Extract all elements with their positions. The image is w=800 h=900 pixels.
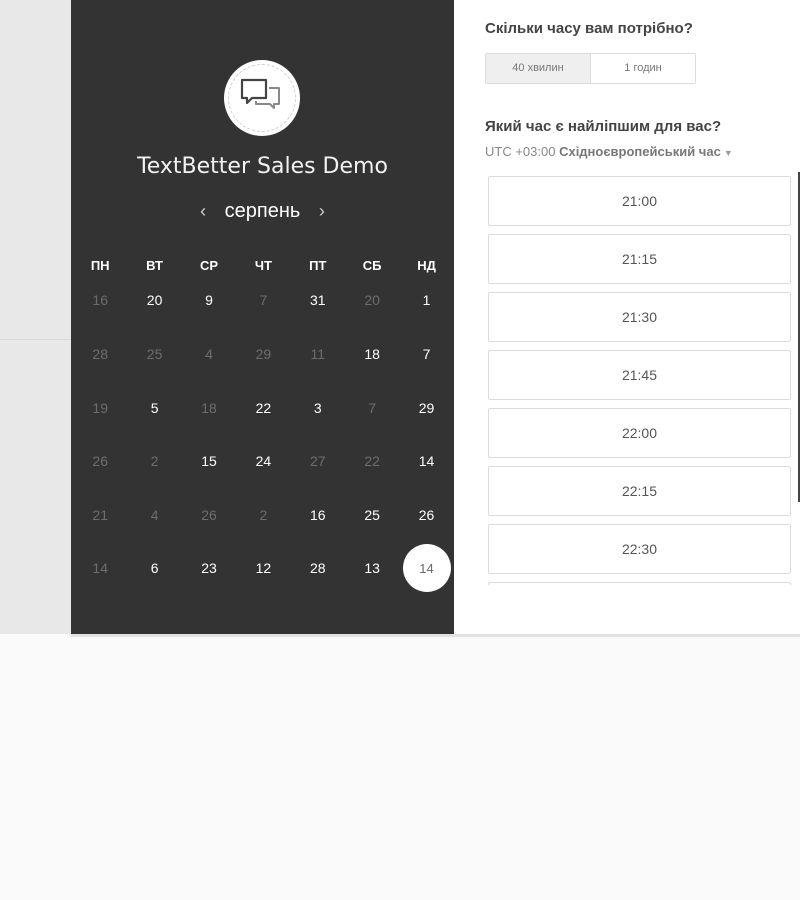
calendar-day[interactable]: 14 xyxy=(399,446,453,476)
month-label: серпень xyxy=(224,200,301,222)
time-slot-button[interactable]: 21:15 xyxy=(488,234,791,284)
time-slot-button[interactable]: 21:00 xyxy=(488,176,791,226)
time-slot-button[interactable]: 21:30 xyxy=(488,292,791,342)
calendar-day[interactable]: 3 xyxy=(291,393,345,423)
calendar-day: 4 xyxy=(205,346,213,362)
timezone-selector[interactable]: UTC +03:00 Східноєвропейський час ▼ xyxy=(485,144,733,159)
duration-option-1h[interactable]: 1 годин xyxy=(591,54,695,83)
calendar-day[interactable]: 16 xyxy=(291,500,345,530)
duration-question: Скільки часу вам потрібно? xyxy=(485,20,693,37)
chevron-down-icon: ▼ xyxy=(723,148,733,158)
calendar-day: 26 xyxy=(92,453,108,469)
calendar-day: 14 xyxy=(92,560,108,576)
calendar-day[interactable]: 25 xyxy=(345,500,399,530)
calendar-day[interactable]: 1 xyxy=(399,285,453,315)
calendar-day[interactable]: 20 xyxy=(127,285,181,315)
duration-selector: 40 хвилин 1 годин xyxy=(485,53,696,84)
booking-panel: Скільки часу вам потрібно? 40 хвилин 1 г… xyxy=(454,0,800,636)
time-slot-button[interactable]: 22:00 xyxy=(488,408,791,458)
weekday-label: СБ xyxy=(362,258,382,273)
divider xyxy=(0,339,71,340)
calendar-day[interactable]: 5 xyxy=(127,393,181,423)
time-slot-button[interactable] xyxy=(488,582,791,585)
calendar-week-row: 14 6 23 12 28 13 14 xyxy=(73,544,454,592)
calendar-day: 21 xyxy=(92,507,108,523)
calendar-day: 7 xyxy=(259,292,268,308)
calendar-day: 16 xyxy=(92,292,108,308)
company-name: TextBetter Sales Demo xyxy=(137,154,388,179)
calendar-day[interactable]: 12 xyxy=(236,553,290,583)
calendar-day[interactable]: 9 xyxy=(182,285,236,315)
weekday-label: ПН xyxy=(90,258,110,273)
time-slot-button[interactable]: 22:15 xyxy=(488,466,791,516)
calendar-day[interactable]: 23 xyxy=(182,553,236,583)
calendar-week-row: 28 25 4 29 11 18 7 xyxy=(73,339,454,369)
time-slot-list: 21:00 21:15 21:30 21:45 22:00 22:15 22:30 xyxy=(488,176,791,585)
weekday-header: ПН ВТ СР ЧТ ПТ СБ НД xyxy=(73,258,454,273)
prev-month-button[interactable]: ‹ xyxy=(191,201,215,222)
timezone-offset: UTC +03:00 xyxy=(485,144,556,159)
weekday-label: ЧТ xyxy=(254,258,272,273)
calendar-day[interactable]: 28 xyxy=(291,553,345,583)
weekday-label: ВТ xyxy=(146,258,163,273)
calendar-day: 4 xyxy=(150,507,159,523)
calendar-day[interactable]: 24 xyxy=(236,446,290,476)
time-slot-button[interactable]: 22:30 xyxy=(488,524,791,574)
chat-bubbles-icon xyxy=(240,78,280,109)
calendar-week-row: 26 2 15 24 27 22 14 xyxy=(73,446,454,476)
calendar-day[interactable]: 22 xyxy=(236,393,290,423)
calendar-day[interactable]: 7 xyxy=(399,339,453,369)
calendar-day-selected[interactable]: 14 xyxy=(399,544,453,592)
calendar-day: 7 xyxy=(368,400,377,416)
timezone-name: Східноєвропейський час xyxy=(559,144,721,159)
calendar-week-row: 16 20 9 7 31 20 1 xyxy=(73,285,454,315)
duration-option-40min[interactable]: 40 хвилин xyxy=(486,54,591,83)
calendar-day[interactable]: 15 xyxy=(182,446,236,476)
calendar-day[interactable]: 18 xyxy=(345,339,399,369)
calendar-day: 2 xyxy=(150,453,159,469)
calendar-day: 2 xyxy=(259,507,268,523)
calendar-day: 11 xyxy=(310,346,326,362)
calendar-day: 28 xyxy=(92,346,108,362)
weekday-label: СР xyxy=(199,258,218,273)
calendar-day: 20 xyxy=(364,292,380,308)
month-navigation: ‹ серпень › xyxy=(71,200,454,223)
time-question: Який час є найліпшим для вас? xyxy=(485,118,722,135)
calendar-day[interactable]: 13 xyxy=(345,553,399,583)
next-month-button[interactable]: › xyxy=(310,201,334,222)
weekday-label: ПТ xyxy=(309,258,327,273)
calendar-day: 26 xyxy=(201,507,217,523)
calendar-day: 27 xyxy=(309,453,326,469)
background-left xyxy=(0,0,71,634)
calendar-day: 22 xyxy=(364,453,380,469)
panel-shadow xyxy=(71,634,800,637)
weekday-label: НД xyxy=(417,258,436,273)
calendar-day[interactable]: 29 xyxy=(399,393,453,423)
calendar-day: 29 xyxy=(255,346,272,362)
calendar-day: 18 xyxy=(201,400,217,416)
calendar-day: 19 xyxy=(92,400,108,416)
calendar-week-row: 19 5 18 22 3 7 29 xyxy=(73,393,454,423)
company-logo xyxy=(224,60,300,136)
calendar-day[interactable]: 31 xyxy=(291,285,345,315)
calendar-week-row: 21 4 26 2 16 25 26 xyxy=(73,500,454,530)
calendar-day: 25 xyxy=(146,346,163,362)
time-slot-button[interactable]: 21:45 xyxy=(488,350,791,400)
calendar-panel: TextBetter Sales Demo ‹ серпень › ПН ВТ … xyxy=(71,0,454,636)
calendar-day[interactable]: 26 xyxy=(399,500,453,530)
calendar-day[interactable]: 6 xyxy=(127,553,181,583)
